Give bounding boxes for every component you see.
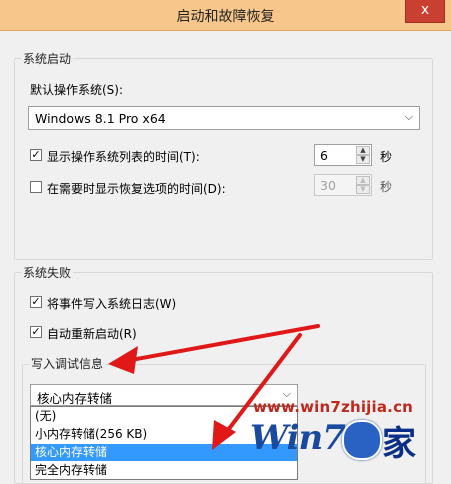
windows-logo-icon [342, 420, 382, 460]
watermark-logo: Win7 家 [250, 418, 450, 464]
logo-text-win7: Win7 [250, 418, 346, 458]
watermark-url: www.win7zhijia.cn [253, 398, 414, 416]
logo-text-jia: 家 [382, 424, 416, 464]
arrow-head-debug-label [108, 346, 138, 374]
arrow-to-debug-label [118, 324, 320, 364]
